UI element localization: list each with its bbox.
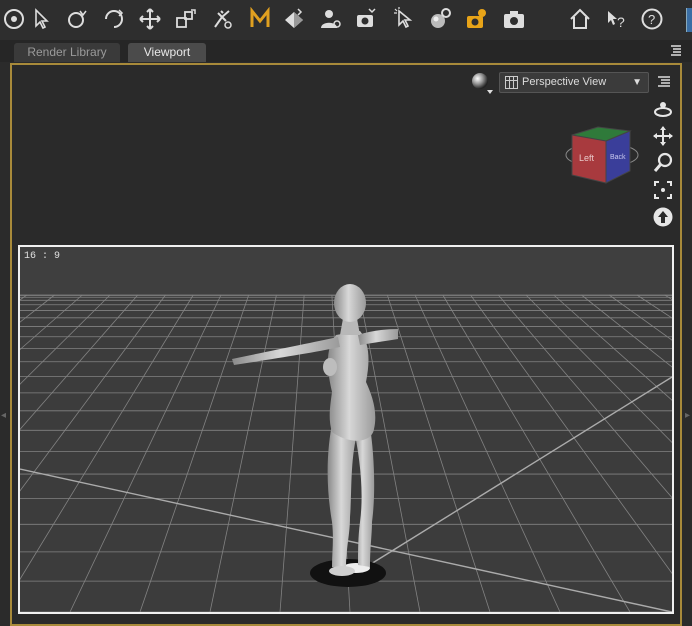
universal-tool-icon[interactable] — [28, 5, 56, 33]
view-cube-back-label: Back — [610, 154, 626, 161]
whats-this-icon[interactable]: ? — [602, 5, 630, 33]
home-icon[interactable] — [566, 5, 594, 33]
scale-tool-icon[interactable] — [136, 5, 164, 33]
pane-options-menu-icon[interactable] — [668, 42, 684, 58]
toolbar-overflow-edge — [686, 8, 692, 32]
render-settings-icon[interactable] — [316, 5, 344, 33]
draw-style-ball-icon[interactable] — [470, 71, 494, 95]
morph-brush-icon[interactable] — [208, 5, 236, 33]
frame-selection-icon[interactable] — [652, 179, 674, 201]
right-panel-collapse-icon[interactable]: ▸ — [685, 410, 690, 421]
chevron-down-icon: ▼ — [632, 77, 642, 88]
spot-render-icon[interactable] — [352, 5, 380, 33]
tab-viewport[interactable]: Viewport — [128, 43, 206, 62]
help-icon[interactable]: ? — [638, 5, 666, 33]
left-panel-collapse-icon[interactable]: ◂ — [1, 410, 6, 421]
node-selection-icon[interactable] — [0, 5, 28, 33]
orbit-camera-icon[interactable] — [652, 98, 674, 120]
surface-tool-icon[interactable] — [390, 5, 418, 33]
pane-tab-bar: Render Library Viewport — [0, 40, 692, 62]
render-aspect-frame: 16 : 9 — [18, 245, 674, 614]
pan-camera-icon[interactable] — [652, 125, 674, 147]
view-grid-icon — [505, 76, 518, 89]
figure-model[interactable] — [232, 284, 398, 587]
tab-render-library[interactable]: Render Library — [14, 43, 120, 62]
viewport-options-menu-icon[interactable] — [656, 74, 672, 90]
joint-editor-icon[interactable] — [172, 5, 200, 33]
render-icon[interactable] — [462, 5, 490, 33]
view-cube-left-label: Left — [579, 153, 595, 163]
camera-select-label: Perspective View — [522, 76, 607, 88]
svg-text:?: ? — [617, 14, 625, 30]
main-toolbar: ? ? — [0, 0, 692, 41]
camera-select-dropdown[interactable]: Perspective View ▼ — [499, 72, 649, 93]
translate-tool-icon[interactable] — [100, 5, 128, 33]
view-cube[interactable]: Left Back — [562, 113, 642, 193]
viewport-pane[interactable]: Perspective View ▼ Left Back 16: 9 — [10, 63, 682, 626]
surface-selection-icon[interactable] — [246, 5, 274, 33]
svg-text:?: ? — [648, 12, 655, 27]
reset-camera-icon[interactable] — [652, 206, 674, 228]
aspect-ratio-label: 16 : 9 — [24, 251, 61, 262]
scene-3d-view[interactable] — [20, 247, 672, 612]
geometry-editor-icon[interactable] — [280, 5, 308, 33]
camera-icon[interactable] — [500, 5, 528, 33]
render-to-new-window-icon[interactable] — [426, 5, 454, 33]
rotate-tool-icon[interactable] — [64, 5, 92, 33]
zoom-camera-icon[interactable] — [652, 152, 674, 174]
